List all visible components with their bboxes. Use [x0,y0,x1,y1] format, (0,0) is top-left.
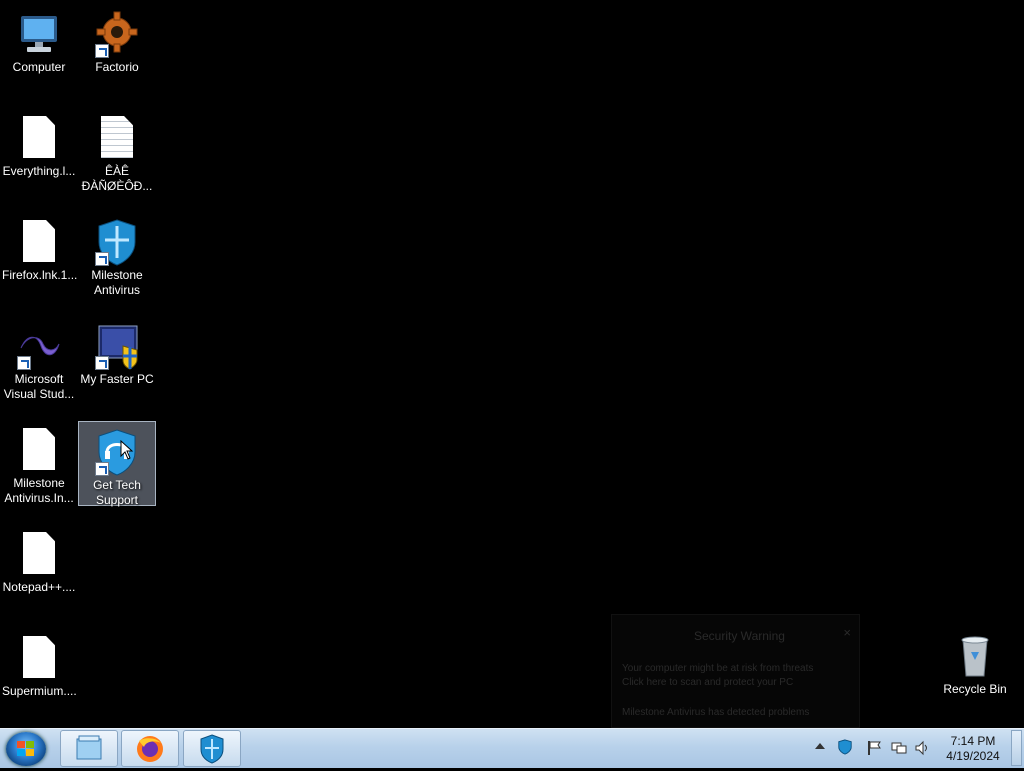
show-desktop-button[interactable] [1011,730,1022,766]
monitor-uac-shield-icon [93,322,141,370]
icon-label: ÊÀÊ ÐÀÑØÈÔÐ... [81,164,153,193]
notification-popup[interactable]: Security Warning × Your computer might b… [611,614,860,728]
windows-logo-icon [17,741,35,757]
taskbar: 7:14 PM 4/19/2024 [0,728,1024,768]
desktop-icon-recycle-bin[interactable]: Recycle Bin [937,626,1013,698]
desktop-icon-notepadpp[interactable]: Notepad++.... [1,524,77,596]
icon-label: Computer [12,60,66,74]
icon-label: Factorio [95,60,139,74]
icon-label: Notepad++.... [2,580,76,594]
notification-text: Click here to scan and protect your PC [622,677,794,688]
notification-text: Milestone Antivirus has detected problem… [622,707,810,718]
desktop-icon-computer[interactable]: Computer [1,4,77,76]
icon-label: Firefox.lnk.1... [2,268,77,282]
taskbar-firefox[interactable] [121,730,179,767]
file-icon [15,426,63,474]
file-icon [15,114,63,162]
icon-label: Microsoft Visual Stud... [3,372,75,401]
shield-icon [200,734,224,764]
computer-icon [15,10,63,58]
visual-studio-icon [15,322,63,370]
icon-label: Recycle Bin [943,682,1007,696]
close-icon[interactable]: × [843,625,851,640]
desktop[interactable]: Computer Everything.l... Firefox.lnk.1..… [0,0,1024,728]
icon-label: Milestone Antivirus [91,268,143,297]
shortcut-arrow-icon [95,356,109,370]
action-center-flag-icon[interactable] [866,740,882,756]
recycle-bin-icon [951,632,999,680]
desktop-icon-text-file[interactable]: ÊÀÊ ÐÀÑØÈÔÐ... [79,108,155,198]
mouse-cursor-icon [120,440,134,460]
desktop-icon-milestone-antivirus-installer[interactable]: Milestone Antivirus.In... [1,420,77,510]
explorer-icon [76,735,102,760]
desktop-icon-my-faster-pc[interactable]: My Faster PC [79,316,155,392]
file-icon [15,634,63,682]
desktop-icon-factorio[interactable]: Factorio [79,4,155,76]
firefox-icon [137,736,163,762]
volume-icon[interactable] [914,740,930,756]
shortcut-arrow-icon [17,356,31,370]
icon-label: Get Tech Support [93,478,141,507]
network-icon[interactable] [891,740,907,756]
taskbar-windows-explorer[interactable] [60,730,118,767]
desktop-icon-visual-studio[interactable]: Microsoft Visual Stud... [1,316,77,406]
notification-text: Your computer might be at risk from thre… [622,663,814,674]
desktop-icon-get-tech-support[interactable]: Get Tech Support [78,421,156,507]
desktop-icon-milestone-antivirus[interactable]: Milestone Antivirus [79,212,155,302]
file-icon [15,218,63,266]
text-file-icon [93,114,141,162]
shortcut-arrow-icon [95,252,109,266]
desktop-icon-everything[interactable]: Everything.l... [1,108,77,184]
shield-icon [93,218,141,266]
factorio-gear-icon [93,10,141,58]
desktop-icon-supermium[interactable]: Supermium.... [1,628,77,700]
start-button[interactable] [6,732,46,766]
show-hidden-icons-chevron-up-icon[interactable] [815,743,825,749]
shortcut-arrow-icon [95,44,109,58]
antivirus-tray-shield-icon[interactable] [837,739,853,755]
shortcut-arrow-icon [95,462,109,476]
system-clock[interactable]: 7:14 PM 4/19/2024 [938,734,1008,764]
icon-label: Milestone Antivirus.In... [4,476,74,505]
icon-label: Supermium.... [2,684,77,698]
notification-title: Security Warning [694,629,785,643]
clock-date: 4/19/2024 [946,749,1000,763]
icon-label: Everything.l... [2,164,76,178]
clock-time: 7:14 PM [950,734,996,748]
file-icon [15,530,63,578]
desktop-icon-firefox-lnk[interactable]: Firefox.lnk.1... [1,212,77,288]
taskbar-milestone-antivirus[interactable] [183,730,241,767]
icon-label: My Faster PC [80,372,154,386]
